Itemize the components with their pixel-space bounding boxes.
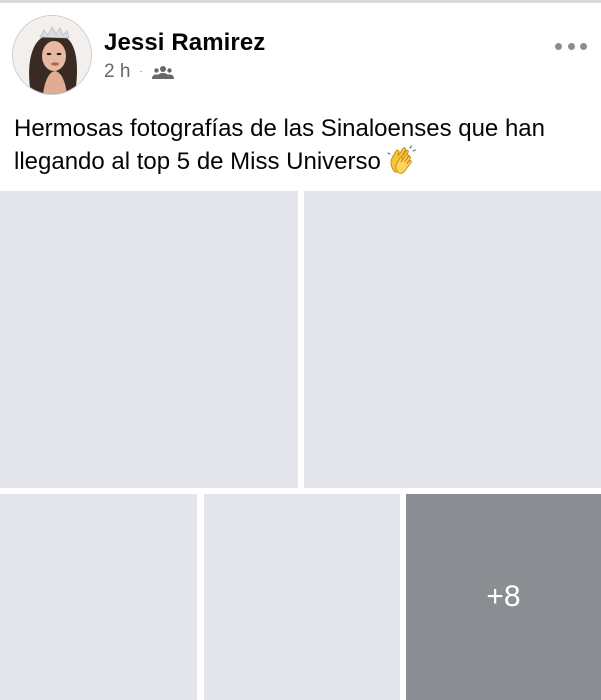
more-dot (555, 42, 562, 50)
friends-icon[interactable] (151, 64, 174, 80)
post-card: Jessi Ramirez 2 h · Hermosas fotografías… (0, 0, 601, 700)
post-message-text: Hermosas fotografías de las Sinaloenses … (14, 115, 545, 175)
more-dot (580, 42, 587, 50)
more-dot (567, 42, 575, 50)
photo-gallery: +8 (0, 188, 601, 700)
gallery-photo[interactable] (0, 494, 197, 700)
meta-separator: · (139, 66, 143, 77)
post-timestamp[interactable]: 2 h (104, 61, 130, 83)
post-message: Hermosas fotografías de las Sinaloenses … (14, 113, 584, 178)
gallery-photo[interactable] (0, 191, 298, 488)
card-divider (0, 0, 601, 3)
more-photos-tile[interactable]: +8 (406, 494, 601, 700)
gallery-photo[interactable] (204, 494, 400, 700)
gallery-photo[interactable] (304, 191, 601, 488)
avatar[interactable] (12, 15, 92, 95)
more-photos-count: +8 (486, 580, 521, 613)
clapping-hands-icon (387, 145, 416, 174)
author-name[interactable]: Jessi Ramirez (104, 29, 265, 57)
more-options-icon[interactable] (555, 38, 587, 54)
post-meta: 2 h · (104, 60, 174, 84)
avatar-photo (13, 16, 91, 94)
